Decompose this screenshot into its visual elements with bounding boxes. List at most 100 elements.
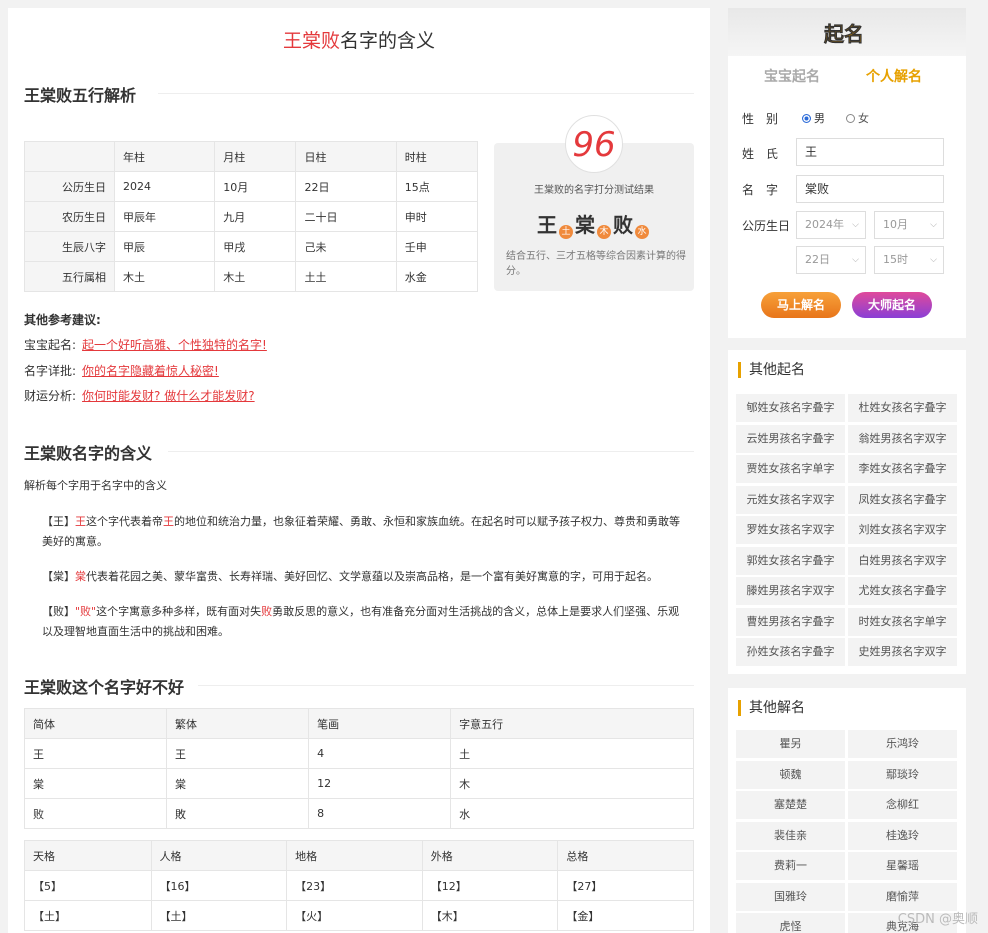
table-header-row: 天格 人格 地格 外格 总格 <box>24 840 694 871</box>
row-label: 生辰八字 <box>24 231 115 262</box>
row-label: 五行属相 <box>24 261 115 292</box>
analysis-link[interactable]: 裴佳亲 <box>736 821 845 850</box>
table-cell: 【5】 <box>24 870 152 901</box>
table-header: 地格 <box>286 840 423 871</box>
analysis-link[interactable]: 乐鸿玲 <box>848 730 957 758</box>
analysis-link[interactable]: 费莉一 <box>736 852 845 880</box>
form-banner: 起名 <box>728 8 966 56</box>
row-label: 农历生日 <box>24 201 115 232</box>
analyze-button[interactable]: 马上解名 <box>761 292 841 318</box>
hour-value: 15时 <box>883 253 908 266</box>
table-header <box>24 141 115 172</box>
gender-male-option[interactable]: 男 <box>802 110 825 126</box>
table-header: 月柱 <box>214 141 297 172</box>
analysis-link[interactable]: 星馨瑶 <box>848 852 957 880</box>
day-select[interactable]: 22日 ⌵ <box>796 246 866 274</box>
meaning-paragraph: 【败】"败"这个字寓意多种多样，既有面对失败勇敢反思的意义，也有准备充分面对生活… <box>42 602 682 642</box>
table-row: 棠 棠 12 木 <box>23 768 694 799</box>
meaning-highlight: 败 <box>261 605 273 618</box>
year-select[interactable]: 2024年 ⌵ <box>796 211 866 239</box>
page-title: 王棠败名字的含义 <box>8 26 710 53</box>
naming-link[interactable]: 云姓男孩名字叠字 <box>736 424 845 453</box>
advice-item: 财运分析: 你何时能发财? 做什么才能发财? <box>24 387 255 404</box>
year-value: 2024年 <box>805 218 844 231</box>
table-cell: 15点 <box>395 171 479 202</box>
naming-link[interactable]: 翁姓男孩名字双字 <box>848 424 957 453</box>
name-form-panel: 起名 宝宝起名 个人解名 性 别 男 女 姓 氏 王 名 字 棠败 公历生日 2… <box>728 8 966 338</box>
naming-link[interactable]: 曹姓男孩名字叠字 <box>736 607 845 636</box>
name-input[interactable]: 棠败 <box>796 175 944 203</box>
table-header: 总格 <box>557 840 694 871</box>
surname-input[interactable]: 王 <box>796 138 944 166</box>
table-cell: 4 <box>308 738 452 769</box>
title-suffix: 名字的含义 <box>340 30 436 52</box>
surname-label: 姓 氏 <box>742 147 779 161</box>
naming-link[interactable]: 刘姓女孩名字双字 <box>848 516 957 544</box>
table-cell: 土 <box>450 738 694 769</box>
table-header-row: 简体 繁体 笔画 字意五行 <box>23 708 694 739</box>
advice-link-wealth[interactable]: 你何时能发财? 做什么才能发财? <box>82 389 255 403</box>
analysis-link[interactable]: 鄢琰玲 <box>848 760 957 789</box>
table-cell: 王 <box>23 738 168 769</box>
watermark: CSDN @奥顺 <box>897 912 978 927</box>
tab-baby-naming[interactable]: 宝宝起名 <box>764 66 820 86</box>
table-cell: 二十日 <box>295 201 397 232</box>
tab-personal-analysis[interactable]: 个人解名 <box>866 66 922 86</box>
name-label: 名 字 <box>742 183 779 197</box>
table-cell: 【金】 <box>557 900 694 931</box>
table-cell: 王 <box>166 738 310 769</box>
divider <box>198 685 694 686</box>
gender-male-label: 男 <box>814 112 825 125</box>
advice-label: 名字详批: <box>24 364 77 378</box>
table-cell: 水 <box>450 798 694 829</box>
naming-link[interactable]: 罗姓女孩名字双字 <box>736 516 845 544</box>
radio-checked-icon[interactable] <box>802 114 811 123</box>
table-cell: 棠 <box>23 768 168 799</box>
panel-title: 其他起名 <box>738 362 805 378</box>
table-row: 生辰八字 甲辰 甲戌 己未 壬申 <box>24 231 479 262</box>
master-naming-button[interactable]: 大师起名 <box>852 292 932 318</box>
meaning-highlight: 王 <box>163 515 174 528</box>
naming-link[interactable]: 元姓女孩名字双字 <box>736 485 845 514</box>
analysis-link[interactable]: 塞楚楚 <box>736 791 845 819</box>
analysis-link[interactable]: 虎怪 <box>736 913 845 933</box>
naming-link[interactable]: 贾姓女孩名字单字 <box>736 455 845 483</box>
table-cell: 水金 <box>395 261 479 292</box>
ge-table: 天格 人格 地格 外格 总格 【5】 【16】 【23】 【12】 【27】 【… <box>24 840 694 931</box>
naming-link[interactable]: 李姓女孩名字叠字 <box>848 455 957 483</box>
table-row: 【土】 【土】 【火】 【木】 【金】 <box>24 900 694 931</box>
month-select[interactable]: 10月 ⌵ <box>874 211 944 239</box>
naming-link[interactable]: 郭姓女孩名字叠字 <box>736 546 845 575</box>
table-cell: 土土 <box>295 261 397 292</box>
analysis-link[interactable]: 桂逸玲 <box>848 821 957 850</box>
meaning-paragraph: 【棠】棠代表着花园之美、蒙华富贵、长寿祥瑞、美好回忆、文学意蕴以及崇高品格，是一… <box>42 567 682 587</box>
hour-select[interactable]: 15时 ⌵ <box>874 246 944 274</box>
gender-female-label: 女 <box>858 112 869 125</box>
score-name: 王土棠木败水 <box>494 209 694 239</box>
analysis-link[interactable]: 国雅玲 <box>736 882 845 911</box>
analysis-link[interactable]: 念柳红 <box>848 791 957 819</box>
naming-link[interactable]: 史姓男孩名字双字 <box>848 638 957 666</box>
table-cell: 【27】 <box>557 870 694 901</box>
naming-link[interactable]: 郇姓女孩名字叠字 <box>736 394 845 422</box>
table-header-row: 年柱 月柱 日柱 时柱 <box>24 141 479 172</box>
table-cell: 【土】 <box>24 900 152 931</box>
naming-link[interactable]: 杜姓女孩名字叠字 <box>848 394 957 422</box>
analysis-link[interactable]: 顿魏 <box>736 760 845 789</box>
naming-link[interactable]: 滕姓男孩名字双字 <box>736 577 845 605</box>
table-cell: 九月 <box>214 201 297 232</box>
analysis-link[interactable]: 磨愉萍 <box>848 882 957 911</box>
gender-female-option[interactable]: 女 <box>846 110 869 126</box>
naming-link[interactable]: 白姓男孩名字双字 <box>848 546 957 575</box>
table-cell: 敗 <box>166 798 310 829</box>
naming-link[interactable]: 凤姓女孩名字叠字 <box>848 485 957 514</box>
divider <box>168 451 694 452</box>
naming-link[interactable]: 时姓女孩名字单字 <box>848 607 957 636</box>
advice-link-baby[interactable]: 起一个好听高雅、个性独特的名字! <box>82 338 267 352</box>
naming-link[interactable]: 尤姓女孩名字叠字 <box>848 577 957 605</box>
advice-link-detail[interactable]: 你的名字隐藏着惊人秘密! <box>82 364 219 378</box>
radio-unchecked-icon[interactable] <box>846 114 855 123</box>
naming-link[interactable]: 孙姓女孩名字叠字 <box>736 638 845 666</box>
analysis-link[interactable]: 瞿另 <box>736 730 845 758</box>
title-name: 王棠败 <box>282 30 340 52</box>
